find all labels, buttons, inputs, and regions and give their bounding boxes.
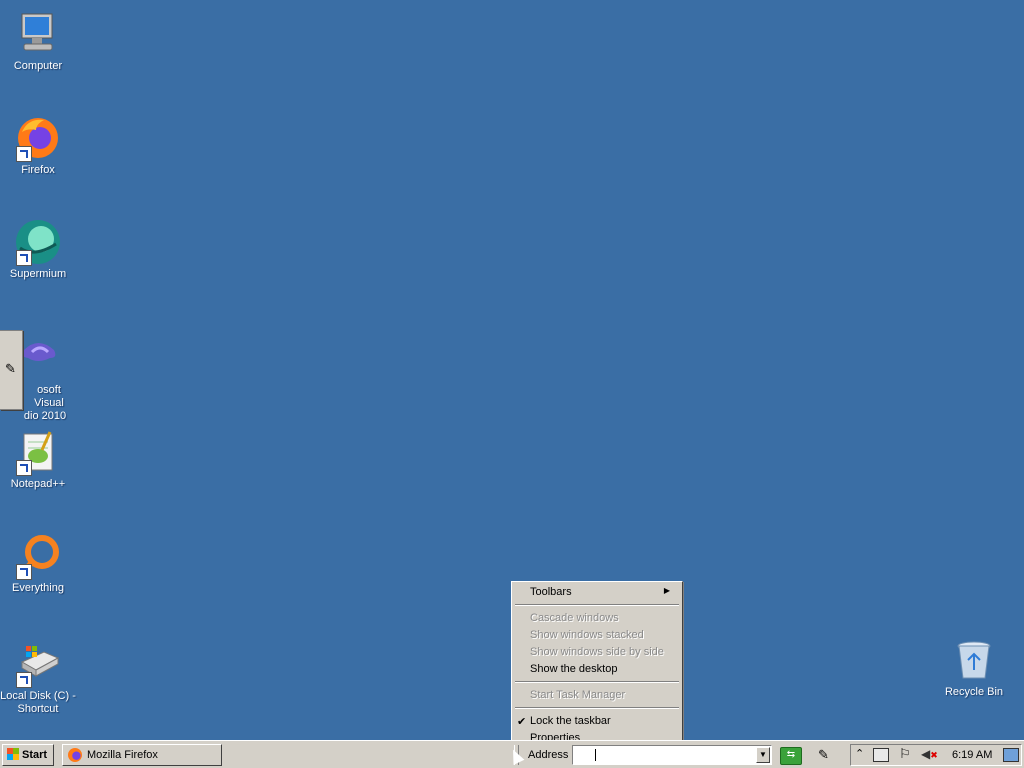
notepadpp-icon [14, 428, 62, 476]
desktop-icon-label: Computer [13, 60, 63, 72]
firefox-small-icon [68, 748, 82, 762]
taskbar-context-menu: Toolbars ▶ Cascade windows Show windows … [511, 581, 683, 748]
desktop-icon-label: Everything [12, 582, 64, 594]
desktop-icon-recycle-bin[interactable]: Recycle Bin [936, 636, 1012, 699]
menu-separator [515, 681, 679, 683]
side-panel-tab[interactable]: ✎ [0, 330, 23, 410]
chevron-down-icon[interactable]: ▼ [756, 747, 770, 763]
menu-separator [515, 707, 679, 709]
desktop-icon-computer[interactable]: Computer [0, 10, 76, 73]
desktop-icon-label: Supermium [9, 268, 67, 280]
shortcut-arrow-icon [16, 146, 32, 162]
windows-logo-icon [7, 748, 19, 760]
desktop-icon-label: Notepad++ [10, 478, 66, 490]
recycle-bin-icon [950, 636, 998, 684]
menu-item-label: Toolbars [530, 586, 572, 598]
menu-item-cascade-windows[interactable]: Cascade windows [530, 612, 619, 624]
menu-item-show-windows-stacked[interactable]: Show windows stacked [530, 629, 644, 641]
desktop-icon-supermium[interactable]: Supermium [0, 218, 76, 281]
desktop-icon-label: Recycle Bin [944, 686, 1004, 698]
taskbar-button-label: Mozilla Firefox [87, 749, 158, 761]
supermium-icon [14, 218, 62, 266]
flag-icon[interactable]: ⚐ [899, 746, 911, 762]
start-button[interactable]: Start [2, 744, 54, 766]
taskbar-button-firefox[interactable]: Mozilla Firefox [62, 744, 222, 766]
notification-area: ⌃ ⚐ ◀✖ [850, 744, 1022, 766]
menu-item-show-the-desktop[interactable]: Show the desktop [530, 663, 617, 675]
shortcut-arrow-icon [16, 460, 32, 476]
network-icon[interactable] [873, 748, 889, 762]
desktop-icon-local-disk[interactable]: Local Disk (C) - Shortcut [0, 640, 76, 716]
shortcut-arrow-icon [16, 564, 32, 580]
checkmark-icon: ✔ [517, 716, 527, 728]
everything-icon [14, 532, 62, 580]
desktop-icon-label-line2: Shortcut [17, 703, 59, 715]
desktop-icon-label-line1: Local Disk (C) - [0, 690, 76, 702]
go-button[interactable]: ⇆ [780, 747, 802, 765]
shortcut-arrow-icon [16, 672, 32, 688]
desktop-icon-notepadpp[interactable]: Notepad++ [0, 428, 76, 491]
computer-icon [14, 10, 62, 58]
text-cursor [595, 749, 596, 761]
volume-muted-icon[interactable]: ◀✖ [921, 747, 938, 761]
menu-item-show-windows-side-by-side[interactable]: Show windows side by side [530, 646, 664, 658]
desktop-icon-label-line2: dio 2010 [23, 410, 67, 422]
shortcut-arrow-icon [16, 250, 32, 266]
menu-separator [515, 604, 679, 606]
pen-icon: ✎ [5, 361, 16, 376]
menu-item-start-task-manager[interactable]: Start Task Manager [530, 689, 625, 701]
start-label: Start [22, 749, 48, 761]
show-desktop-icon[interactable] [1003, 748, 1019, 762]
address-input[interactable]: ▼ [572, 745, 772, 765]
show-hidden-icons-icon[interactable]: ⌃ [855, 747, 864, 760]
menu-item-toolbars[interactable]: Toolbars ▶ [530, 586, 676, 598]
pen-tray-icon[interactable]: ✎ [818, 747, 829, 763]
clock[interactable]: 6:19 AM [952, 749, 992, 761]
desktop-icon-firefox[interactable]: Firefox [0, 114, 76, 177]
desktop-icon-everything[interactable]: Everything [0, 532, 76, 595]
firefox-icon [14, 114, 62, 162]
local-disk-icon [14, 640, 62, 688]
menu-item-lock-the-taskbar[interactable]: Lock the taskbar [530, 715, 611, 727]
address-label: Address [528, 749, 569, 761]
desktop-icon-label: Firefox [21, 164, 55, 176]
submenu-arrow-icon: ▶ [663, 586, 670, 595]
